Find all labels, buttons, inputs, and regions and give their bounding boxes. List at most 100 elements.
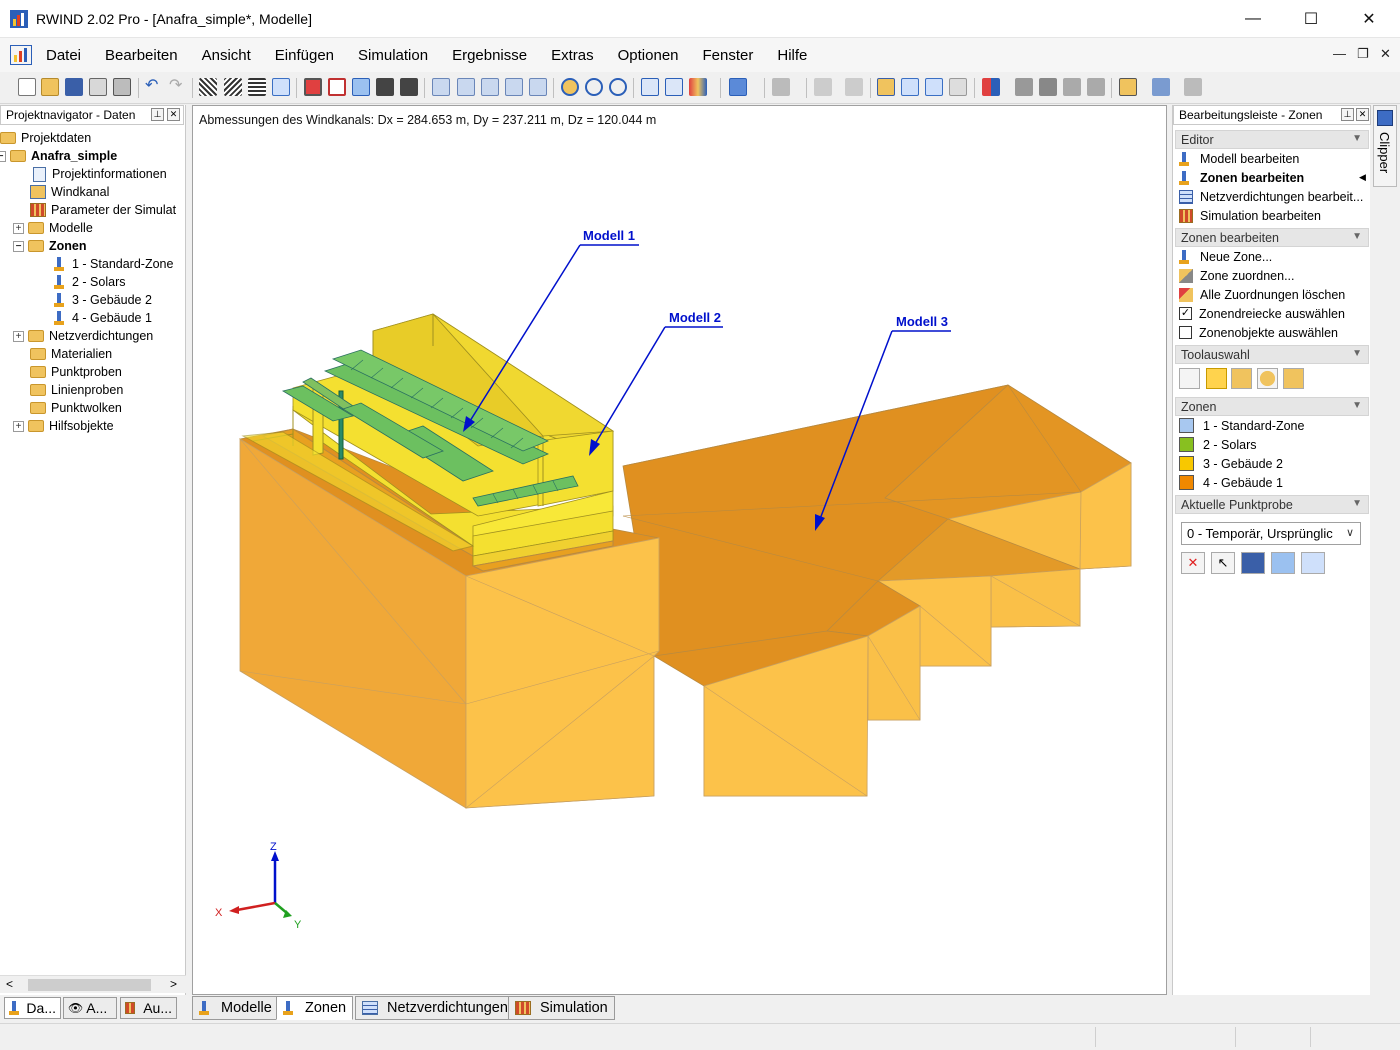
zone-edit-icon[interactable]	[901, 78, 919, 96]
tree-zone-2[interactable]: 2 - Solars	[54, 273, 126, 291]
tab-zonen[interactable]: Zonen	[276, 996, 354, 1020]
collapse-icon[interactable]: −	[0, 150, 6, 162]
zone-item-1[interactable]: 1 - Standard-Zone	[1179, 416, 1304, 435]
chevron-down-icon[interactable]: ▼	[1352, 133, 1362, 144]
save-icon[interactable]	[65, 78, 83, 96]
pin-icon[interactable]: ⊥	[151, 108, 164, 121]
tab-daten[interactable]: Da...	[4, 997, 61, 1019]
box-icon[interactable]	[1039, 78, 1057, 96]
menu-simulation[interactable]: Simulation	[358, 47, 428, 64]
rotate-view-icon[interactable]	[585, 78, 603, 96]
view-back-icon[interactable]	[328, 78, 346, 96]
move-object-icon[interactable]	[665, 78, 683, 96]
menu-optionen[interactable]: Optionen	[618, 47, 679, 64]
tree-linienproben[interactable]: Linienproben	[30, 381, 123, 399]
pick-point-icon[interactable]: ↖	[1211, 552, 1235, 574]
menu-fenster[interactable]: Fenster	[703, 47, 754, 64]
copy-object-icon[interactable]	[641, 78, 659, 96]
zone-tool-icon[interactable]	[1206, 368, 1227, 389]
scroll-left-icon[interactable]: <	[6, 977, 13, 991]
view-front-icon[interactable]	[304, 78, 322, 96]
view-icon[interactable]	[1271, 552, 1295, 574]
tab-modelle[interactable]: Modelle	[192, 996, 279, 1020]
menu-datei[interactable]: Datei	[46, 47, 81, 64]
clipper-tab[interactable]: Clipper	[1373, 105, 1397, 187]
section-icon[interactable]	[982, 78, 1000, 96]
zone-item-3[interactable]: 3 - Gebäude 2	[1179, 454, 1283, 473]
print-icon[interactable]	[113, 78, 131, 96]
maximize-button[interactable]: ☐	[1282, 0, 1340, 38]
zoom-icon[interactable]	[505, 78, 523, 96]
settings-icon[interactable]	[1152, 78, 1170, 96]
select-all-icon[interactable]	[199, 78, 217, 96]
tools-icon[interactable]	[1184, 78, 1202, 96]
circle-tool-icon[interactable]	[1257, 368, 1278, 389]
menu-hilfe[interactable]: Hilfe	[777, 47, 807, 64]
tab-netzverdichtungen[interactable]: Netzverdichtungen	[355, 996, 515, 1020]
plane-icon[interactable]	[1015, 78, 1033, 96]
tree-projektdaten[interactable]: Projektdaten	[0, 129, 91, 147]
pin-icon[interactable]: ⊥	[1341, 108, 1354, 121]
tree-project[interactable]: − Anafra_simple	[0, 147, 117, 165]
surface-icon[interactable]	[1119, 78, 1137, 96]
zone-item-2[interactable]: 2 - Solars	[1179, 435, 1257, 454]
section-toolauswahl[interactable]: Toolauswahl ▼	[1175, 345, 1369, 364]
refresh-icon[interactable]	[561, 78, 579, 96]
save-icon[interactable]	[1241, 552, 1265, 574]
delete-icon[interactable]: ✕	[1181, 552, 1205, 574]
chevron-down-icon[interactable]: ▼	[1352, 498, 1362, 509]
modell-bearbeiten[interactable]: Modell bearbeiten	[1179, 149, 1299, 168]
tree-zonen[interactable]: − Zonen	[13, 237, 87, 255]
zone-add-icon[interactable]	[877, 78, 895, 96]
menu-ansicht[interactable]: Ansicht	[202, 47, 251, 64]
section-zonen[interactable]: Zonen ▼	[1175, 397, 1369, 416]
menu-ergebnisse[interactable]: Ergebnisse	[452, 47, 527, 64]
tab-auswertung[interactable]: Au...	[120, 997, 177, 1019]
zone-assign-icon[interactable]	[925, 78, 943, 96]
tree-windkanal[interactable]: Windkanal	[30, 183, 109, 201]
mdi-close-button[interactable]: ✕	[1380, 46, 1391, 62]
zone-delete-icon[interactable]	[949, 78, 967, 96]
tab-simulation[interactable]: Simulation	[508, 996, 615, 1020]
solid-tool-icon[interactable]	[1283, 368, 1304, 389]
mdi-minimize-button[interactable]: —	[1333, 46, 1346, 61]
clip-box-icon[interactable]	[1087, 78, 1105, 96]
section-aktuelle-punktprobe[interactable]: Aktuelle Punktprobe ▼	[1175, 495, 1369, 514]
tree-materialien[interactable]: Materialien	[30, 345, 112, 363]
tree-modelle[interactable]: + Modelle	[13, 219, 93, 237]
zonen-bearbeiten[interactable]: Zonen bearbeiten ◀	[1179, 168, 1366, 187]
document-icon[interactable]	[10, 45, 32, 65]
layers-icon[interactable]	[845, 78, 863, 96]
menu-extras[interactable]: Extras	[551, 47, 594, 64]
select-grid-icon[interactable]	[248, 78, 266, 96]
edit-line-icon[interactable]	[772, 78, 790, 96]
close-button[interactable]: ✕	[1340, 0, 1398, 38]
chevron-down-icon[interactable]: ▼	[1352, 348, 1362, 359]
panel-close-icon[interactable]: ✕	[1356, 108, 1369, 121]
color-scale-icon[interactable]	[689, 78, 707, 96]
tab-anzeige[interactable]: 👁 A...	[63, 997, 117, 1019]
reset-view-icon[interactable]	[609, 78, 627, 96]
chevron-down-icon[interactable]: ▼	[1352, 231, 1362, 242]
mdi-restore-button[interactable]: ❐	[1357, 46, 1369, 62]
neue-zone[interactable]: Neue Zone...	[1179, 247, 1272, 266]
expand-icon[interactable]: +	[13, 222, 24, 234]
collapse-icon[interactable]: −	[13, 240, 24, 252]
zone-item-4[interactable]: 4 - Gebäude 1	[1179, 473, 1283, 492]
section-zonen-bearbeiten[interactable]: Zonen bearbeiten ▼	[1175, 228, 1369, 247]
view-pan-icon[interactable]	[400, 78, 418, 96]
zone-objects-checkbox[interactable]	[1179, 326, 1192, 339]
settings-icon[interactable]	[1301, 552, 1325, 574]
simulation-bearbeiten[interactable]: Simulation bearbeiten	[1179, 206, 1321, 225]
navigator-scrollbar[interactable]: < >	[0, 975, 186, 993]
tree-hilfsobjekte[interactable]: + Hilfsobjekte	[13, 417, 114, 435]
open-file-icon[interactable]	[41, 78, 59, 96]
surface-tool-icon[interactable]	[1231, 368, 1252, 389]
scroll-right-icon[interactable]: >	[170, 977, 177, 991]
expand-icon[interactable]: +	[13, 330, 24, 342]
tree-punktproben[interactable]: Punktproben	[30, 363, 122, 381]
display-wireframe-icon[interactable]	[432, 78, 450, 96]
zonendreiecke-auswaehlen[interactable]: ✓ Zonendreiecke auswählen	[1179, 304, 1345, 323]
alle-zuordnungen-loeschen[interactable]: Alle Zuordnungen löschen	[1179, 285, 1345, 304]
expand-icon[interactable]: +	[13, 420, 24, 432]
